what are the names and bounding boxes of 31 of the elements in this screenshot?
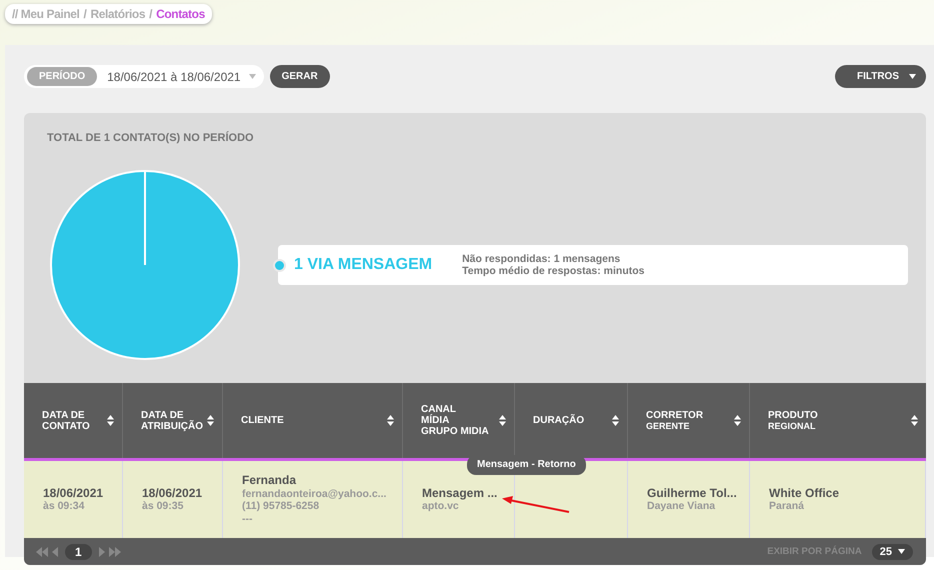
period-field[interactable]: PERÍODO 18/06/2021 à 18/06/2021	[24, 65, 264, 88]
sort-icon[interactable]	[499, 415, 506, 426]
legend-detail: Tempo médio de respostas: minutos	[462, 265, 645, 277]
period-label: PERÍODO	[27, 67, 98, 86]
caret-icon	[898, 549, 905, 554]
sort-icon[interactable]	[107, 415, 114, 426]
breadcrumb-separator: /	[84, 7, 86, 21]
filters-button[interactable]: FILTROS	[834, 65, 926, 88]
sort-icon[interactable]	[612, 415, 619, 426]
period-value: 18/06/2021 à 18/06/2021	[107, 70, 241, 84]
column-header[interactable]: PRODUTO REGIONAL	[750, 383, 926, 458]
legend-detail: Não respondidas: 1 mensagens	[462, 253, 622, 265]
column-header[interactable]: DATA DE CONTATO	[24, 383, 123, 458]
sort-icon[interactable]	[911, 415, 918, 426]
arrow-icon	[501, 495, 571, 515]
column-header[interactable]: DATA DE ATRIBUIÇÃO	[123, 383, 223, 458]
sort-icon[interactable]	[387, 415, 394, 426]
page-number[interactable]: 1	[65, 544, 92, 560]
column-header[interactable]: CLIENTE	[223, 383, 403, 458]
caret-icon	[248, 74, 256, 79]
breadcrumb-link[interactable]: Contatos	[156, 7, 205, 21]
legend-label: 1 VIA MENSAGEM	[294, 256, 432, 274]
generate-button[interactable]: GERAR	[270, 65, 330, 88]
breadcrumb-separator: /	[149, 7, 152, 21]
sort-icon[interactable]	[734, 415, 741, 426]
caret-icon	[909, 74, 916, 79]
tooltip: Mensagem - Retorno	[467, 455, 586, 475]
per-page-select[interactable]: 25	[872, 544, 913, 560]
column-header[interactable]: CORRETOR GERENTE	[628, 383, 750, 458]
sort-icon[interactable]	[207, 415, 214, 426]
summary-title: TOTAL DE 1 CONTATO(S) NO PERÍODO	[46, 130, 255, 144]
